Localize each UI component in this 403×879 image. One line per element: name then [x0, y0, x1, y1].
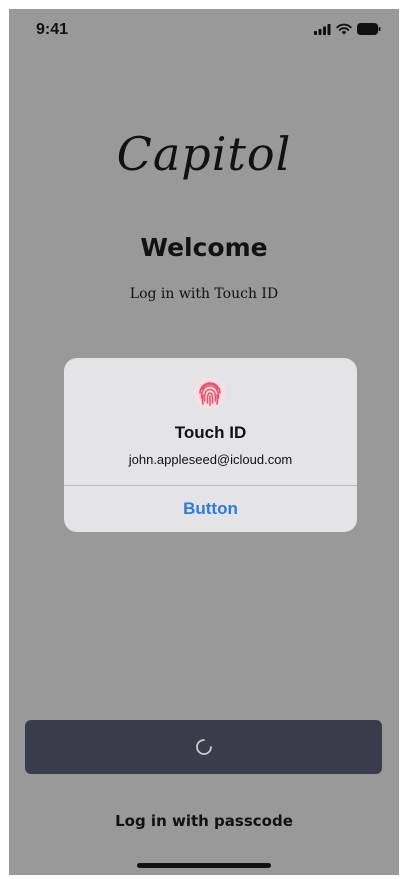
- status-icons: [314, 23, 381, 35]
- alert-email: john.appleseed@icloud.com: [128, 452, 293, 467]
- home-indicator: [137, 863, 271, 868]
- fingerprint-icon: [194, 377, 226, 409]
- alert-action-button[interactable]: Button: [64, 486, 357, 532]
- log-in-with-passcode-link[interactable]: Log in with passcode: [9, 812, 399, 830]
- welcome-title: Welcome: [140, 233, 268, 262]
- touch-id-alert: Touch ID john.appleseed@icloud.com Butto…: [64, 358, 357, 532]
- capitol-logo: Capitol: [116, 127, 292, 181]
- spinner-icon: [195, 739, 212, 755]
- status-time: 9:41: [36, 21, 69, 38]
- battery-icon: [357, 23, 381, 35]
- wifi-icon: [336, 23, 352, 35]
- login-button[interactable]: [25, 720, 382, 774]
- welcome-subtitle: Log in with Touch ID: [129, 286, 279, 302]
- cellular-signal-icon: [314, 23, 331, 35]
- phone-screen: 9:41 Capitol Welcome Log in with Touch I…: [9, 9, 399, 875]
- alert-title: Touch ID: [174, 423, 247, 442]
